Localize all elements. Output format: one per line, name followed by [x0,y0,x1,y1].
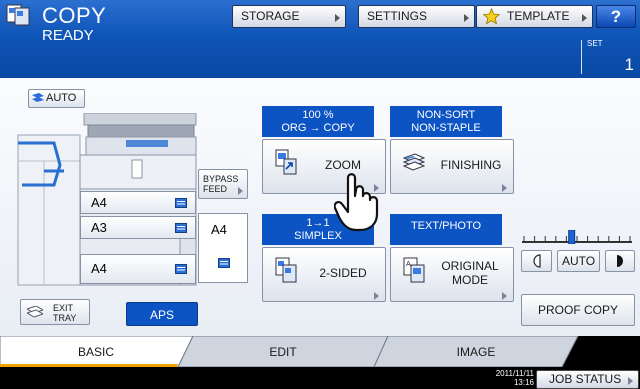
finishing-group: NON-SORT NON-STAPLE FINISHING [390,106,514,194]
settings-button[interactable]: SETTINGS [358,5,475,28]
auto-paper-indicator: AUTO [28,89,85,108]
half-moon-dark-icon [617,255,623,267]
copy-app-icon [6,4,30,26]
submenu-arrow-icon [502,184,507,192]
density-auto-button[interactable]: AUTO [557,250,600,272]
finishing-label: FINISHING [440,158,502,172]
zoom-status: 100 % ORG → COPY [262,106,374,137]
aps-button[interactable]: APS [126,302,198,326]
copy-count: 1 [624,55,634,74]
page-title: COPY [42,3,107,28]
original-mode-button[interactable]: A ORIGINAL MODE [390,247,514,302]
lighter-button[interactable] [521,250,552,272]
machine-status: READY [42,27,94,44]
paper-stack-icon [403,153,425,171]
footer-bar: 2011/11/11 13:16 JOB STATUS [0,367,640,389]
finishing-sort-status: NON-SORT [416,109,476,121]
submenu-arrow-icon [464,14,469,22]
exit-tray-label-line2: TRAY [53,313,77,323]
paper-tray-3-button[interactable]: A4 [80,254,196,284]
density-scale[interactable] [520,230,634,244]
tray-size-label: A3 [91,220,107,235]
template-button-label: TEMPLATE [507,9,570,23]
zoom-icon [275,149,297,175]
set-label: SET [587,39,603,48]
storage-button-label: STORAGE [241,9,300,23]
tab-label: EDIT [269,345,297,359]
tab-bar: BASIC EDIT IMAGE [0,336,640,369]
tray-size-label: A4 [91,195,107,210]
submenu-arrow-icon [238,187,243,195]
paper-tray-2-button[interactable]: A3 [80,216,196,239]
storage-button[interactable]: STORAGE [232,5,346,28]
header-bar: COPY READY STORAGE SETTINGS TEMPLATE ? S… [0,0,640,78]
settings-button-label: SETTINGS [367,9,428,23]
touch-hand-icon [334,173,379,232]
submenu-arrow-icon [374,292,379,300]
paper-orientation-icon [175,198,187,208]
paper-auto-icon [32,93,44,102]
half-moon-light-icon [533,254,541,268]
original-mode-icon: A [403,257,425,283]
submenu-arrow-icon [335,14,340,22]
job-status-label: JOB STATUS [549,372,622,386]
original-mode-group: TEXT/PHOTO A ORIGINAL MODE [390,214,514,302]
star-icon [483,8,500,25]
bypass-tray-size: A4 [211,222,227,237]
exit-tray-button[interactable]: EXIT TRAY [20,299,90,325]
submenu-arrow-icon [582,14,587,22]
exit-tray-label-line1: EXIT [53,303,74,313]
tab-label: IMAGE [457,345,496,359]
help-button[interactable]: ? [596,5,636,28]
main-panel: AUTO A4 A3 A4 BYPASS FEED A4 EXIT TRAY A… [0,78,640,369]
paper-orientation-icon [175,223,187,233]
paper-orientation-icon [218,258,230,268]
paper-orientation-icon [175,264,187,274]
svg-text:A: A [406,260,411,268]
original-mode-status: TEXT/PHOTO [390,214,502,245]
exit-tray-icon [27,306,43,318]
time-text: 13:16 [513,378,534,387]
divider [581,40,582,74]
finishing-button[interactable]: FINISHING [390,139,514,194]
finishing-status: NON-SORT NON-STAPLE [390,106,502,137]
two-sided-button[interactable]: 2-SIDED [262,247,386,302]
darker-button[interactable] [605,250,635,272]
date-time: 2011/11/11 13:16 [456,369,534,387]
paper-tray-1-button[interactable]: A4 [80,191,196,214]
duplex-icon [275,257,297,283]
tray-size-label: A4 [91,261,107,276]
date-text: 2011/11/11 [495,369,534,378]
proof-copy-button[interactable]: PROOF COPY [521,294,635,326]
tab-label: BASIC [78,345,114,359]
submenu-arrow-icon [628,377,633,385]
original-mode-label-line1: ORIGINAL [441,259,499,273]
bypass-feed-button[interactable]: BYPASS FEED [198,169,248,199]
density-slider-thumb[interactable] [568,230,576,244]
job-status-button[interactable]: JOB STATUS [536,370,639,389]
submenu-arrow-icon [502,292,507,300]
two-sided-label: 2-SIDED [319,266,367,280]
zoom-direction: ORG → COPY [281,122,355,134]
finishing-staple-status: NON-STAPLE [411,122,481,134]
template-button[interactable]: TEMPLATE [476,5,593,28]
zoom-ratio: 100 % [302,109,334,121]
original-mode-label: ORIGINAL MODE [429,259,511,287]
bypass-feed-label-line1: BYPASS [203,174,239,184]
original-mode-label-line2: MODE [452,273,488,287]
auto-paper-label: AUTO [46,92,77,104]
bypass-tray-button[interactable]: A4 [198,213,248,283]
